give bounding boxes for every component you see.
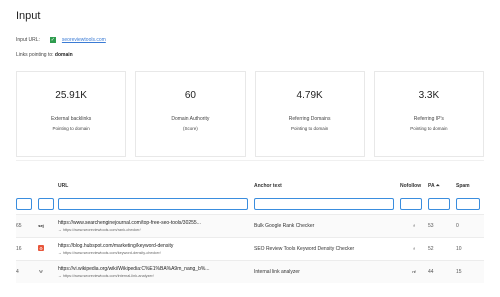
filter-input-url[interactable] <box>58 197 248 210</box>
header-nofollow[interactable]: Nofollow <box>400 178 428 194</box>
sej-icon: sej <box>38 222 44 228</box>
stat-value: 4.79K <box>296 90 323 101</box>
stats-cards: 25.91K External backlinks Pointing to do… <box>16 71 484 157</box>
table-row[interactable]: 16 ⚙ https://blog.hubspot.com/marketing/… <box>16 237 484 260</box>
stat-sub: Pointing to domain <box>290 126 329 131</box>
filter-input-nofollow[interactable] <box>400 197 422 210</box>
nofollow-flag: f <box>413 223 415 228</box>
stat-card-referring-ips: 3.3K Referring IP's Pointing to domain <box>373 71 484 157</box>
source-url[interactable]: https://www.searchenginejournal.com/top-… <box>58 220 254 226</box>
stat-value: 3.3K <box>418 90 440 101</box>
spam-value: 0 <box>456 222 459 229</box>
backlinks-table: URL Anchor text Nofollow PA ⏶ Spam 65 se… <box>16 178 484 283</box>
anchor-text: Bulk Google Rank Checker <box>254 222 315 229</box>
stat-card-domain-authority: 60 Domain Authority (Score) <box>135 71 246 157</box>
spam-value: 10 <box>456 245 462 252</box>
table-header-row: URL Anchor text Nofollow PA ⏶ Spam <box>16 178 484 194</box>
page-title: Input <box>16 10 41 22</box>
stat-sub: Pointing to domain <box>410 126 448 131</box>
spam-value: 15 <box>456 268 462 275</box>
source-url[interactable]: https://blog.hubspot.com/marketing/keywo… <box>58 243 254 249</box>
stat-value: 25.91K <box>55 90 87 101</box>
filter-input-num[interactable] <box>16 197 32 210</box>
header-num <box>16 178 38 194</box>
row-number: 16 <box>16 245 22 252</box>
pa-value: 53 <box>428 222 434 229</box>
wikipedia-icon: W <box>39 269 43 274</box>
input-url-link[interactable]: seoreviewtools.com <box>62 37 106 43</box>
filter-input-anchor[interactable] <box>254 197 394 210</box>
stat-sub: (Score) <box>182 126 198 131</box>
stat-card-referring-domains: 4.79K Referring Domains Pointing to doma… <box>254 71 365 157</box>
stat-label: Referring IP's <box>413 116 444 122</box>
header-favicon <box>38 178 58 194</box>
input-url-row: Input URL: ✓ seoreviewtools.com <box>16 37 106 43</box>
row-number: 4 <box>16 268 19 275</box>
sort-up-icon: ⏶ <box>435 183 440 189</box>
table-row[interactable]: 65 sej https://www.searchenginejournal.c… <box>16 214 484 237</box>
stat-sub: Pointing to domain <box>52 126 90 131</box>
anchor-text: SEO Review Tools Keyword Density Checker <box>254 245 355 252</box>
check-icon: ✓ <box>49 37 56 43</box>
filter-input-favicon[interactable] <box>38 197 54 210</box>
pa-value: 52 <box>428 245 434 252</box>
hubspot-icon: ⚙ <box>38 245 44 252</box>
filter-input-pa[interactable] <box>428 197 450 210</box>
header-pa[interactable]: PA ⏶ <box>428 178 456 194</box>
stat-label: Referring Domains <box>288 116 331 122</box>
links-pointing-row: Links pointing to: domain <box>16 52 73 58</box>
target-url[interactable]: → https://www.seoreviewtools.com/keyword… <box>58 251 254 255</box>
pa-value: 44 <box>428 268 434 275</box>
header-spam[interactable]: Spam <box>456 178 484 194</box>
stat-label: Domain Authority <box>171 116 210 122</box>
header-url[interactable]: URL <box>58 178 254 194</box>
table-row[interactable]: 4 W https://vi.wikipedia.org/wiki/Wikipe… <box>16 260 484 283</box>
source-url[interactable]: https://vi.wikipedia.org/wiki/Wikipedia:… <box>58 266 254 272</box>
header-anchor[interactable]: Anchor text <box>254 178 400 194</box>
filter-input-spam[interactable] <box>456 197 480 210</box>
stat-card-external-backlinks: 25.91K External backlinks Pointing to do… <box>16 71 127 157</box>
stat-label: External backlinks <box>50 116 92 122</box>
nofollow-flag: f <box>413 246 415 251</box>
links-pointing-value: domain <box>54 52 73 58</box>
filter-row <box>16 194 484 214</box>
divider <box>16 160 484 161</box>
target-url[interactable]: → https://www.seoreviewtools.com/interna… <box>58 274 254 278</box>
input-url-label: Input URL: <box>16 37 40 43</box>
anchor-text: Internal link analyzer <box>254 268 300 275</box>
nofollow-flag: nf <box>412 269 416 275</box>
stat-value: 60 <box>184 90 196 101</box>
links-pointing-label: Links pointing to: <box>16 52 54 58</box>
target-url[interactable]: → https://www.seoreviewtools.com/rank-ch… <box>58 228 254 232</box>
header-pa-label: PA <box>428 183 435 189</box>
row-number: 65 <box>16 222 22 229</box>
